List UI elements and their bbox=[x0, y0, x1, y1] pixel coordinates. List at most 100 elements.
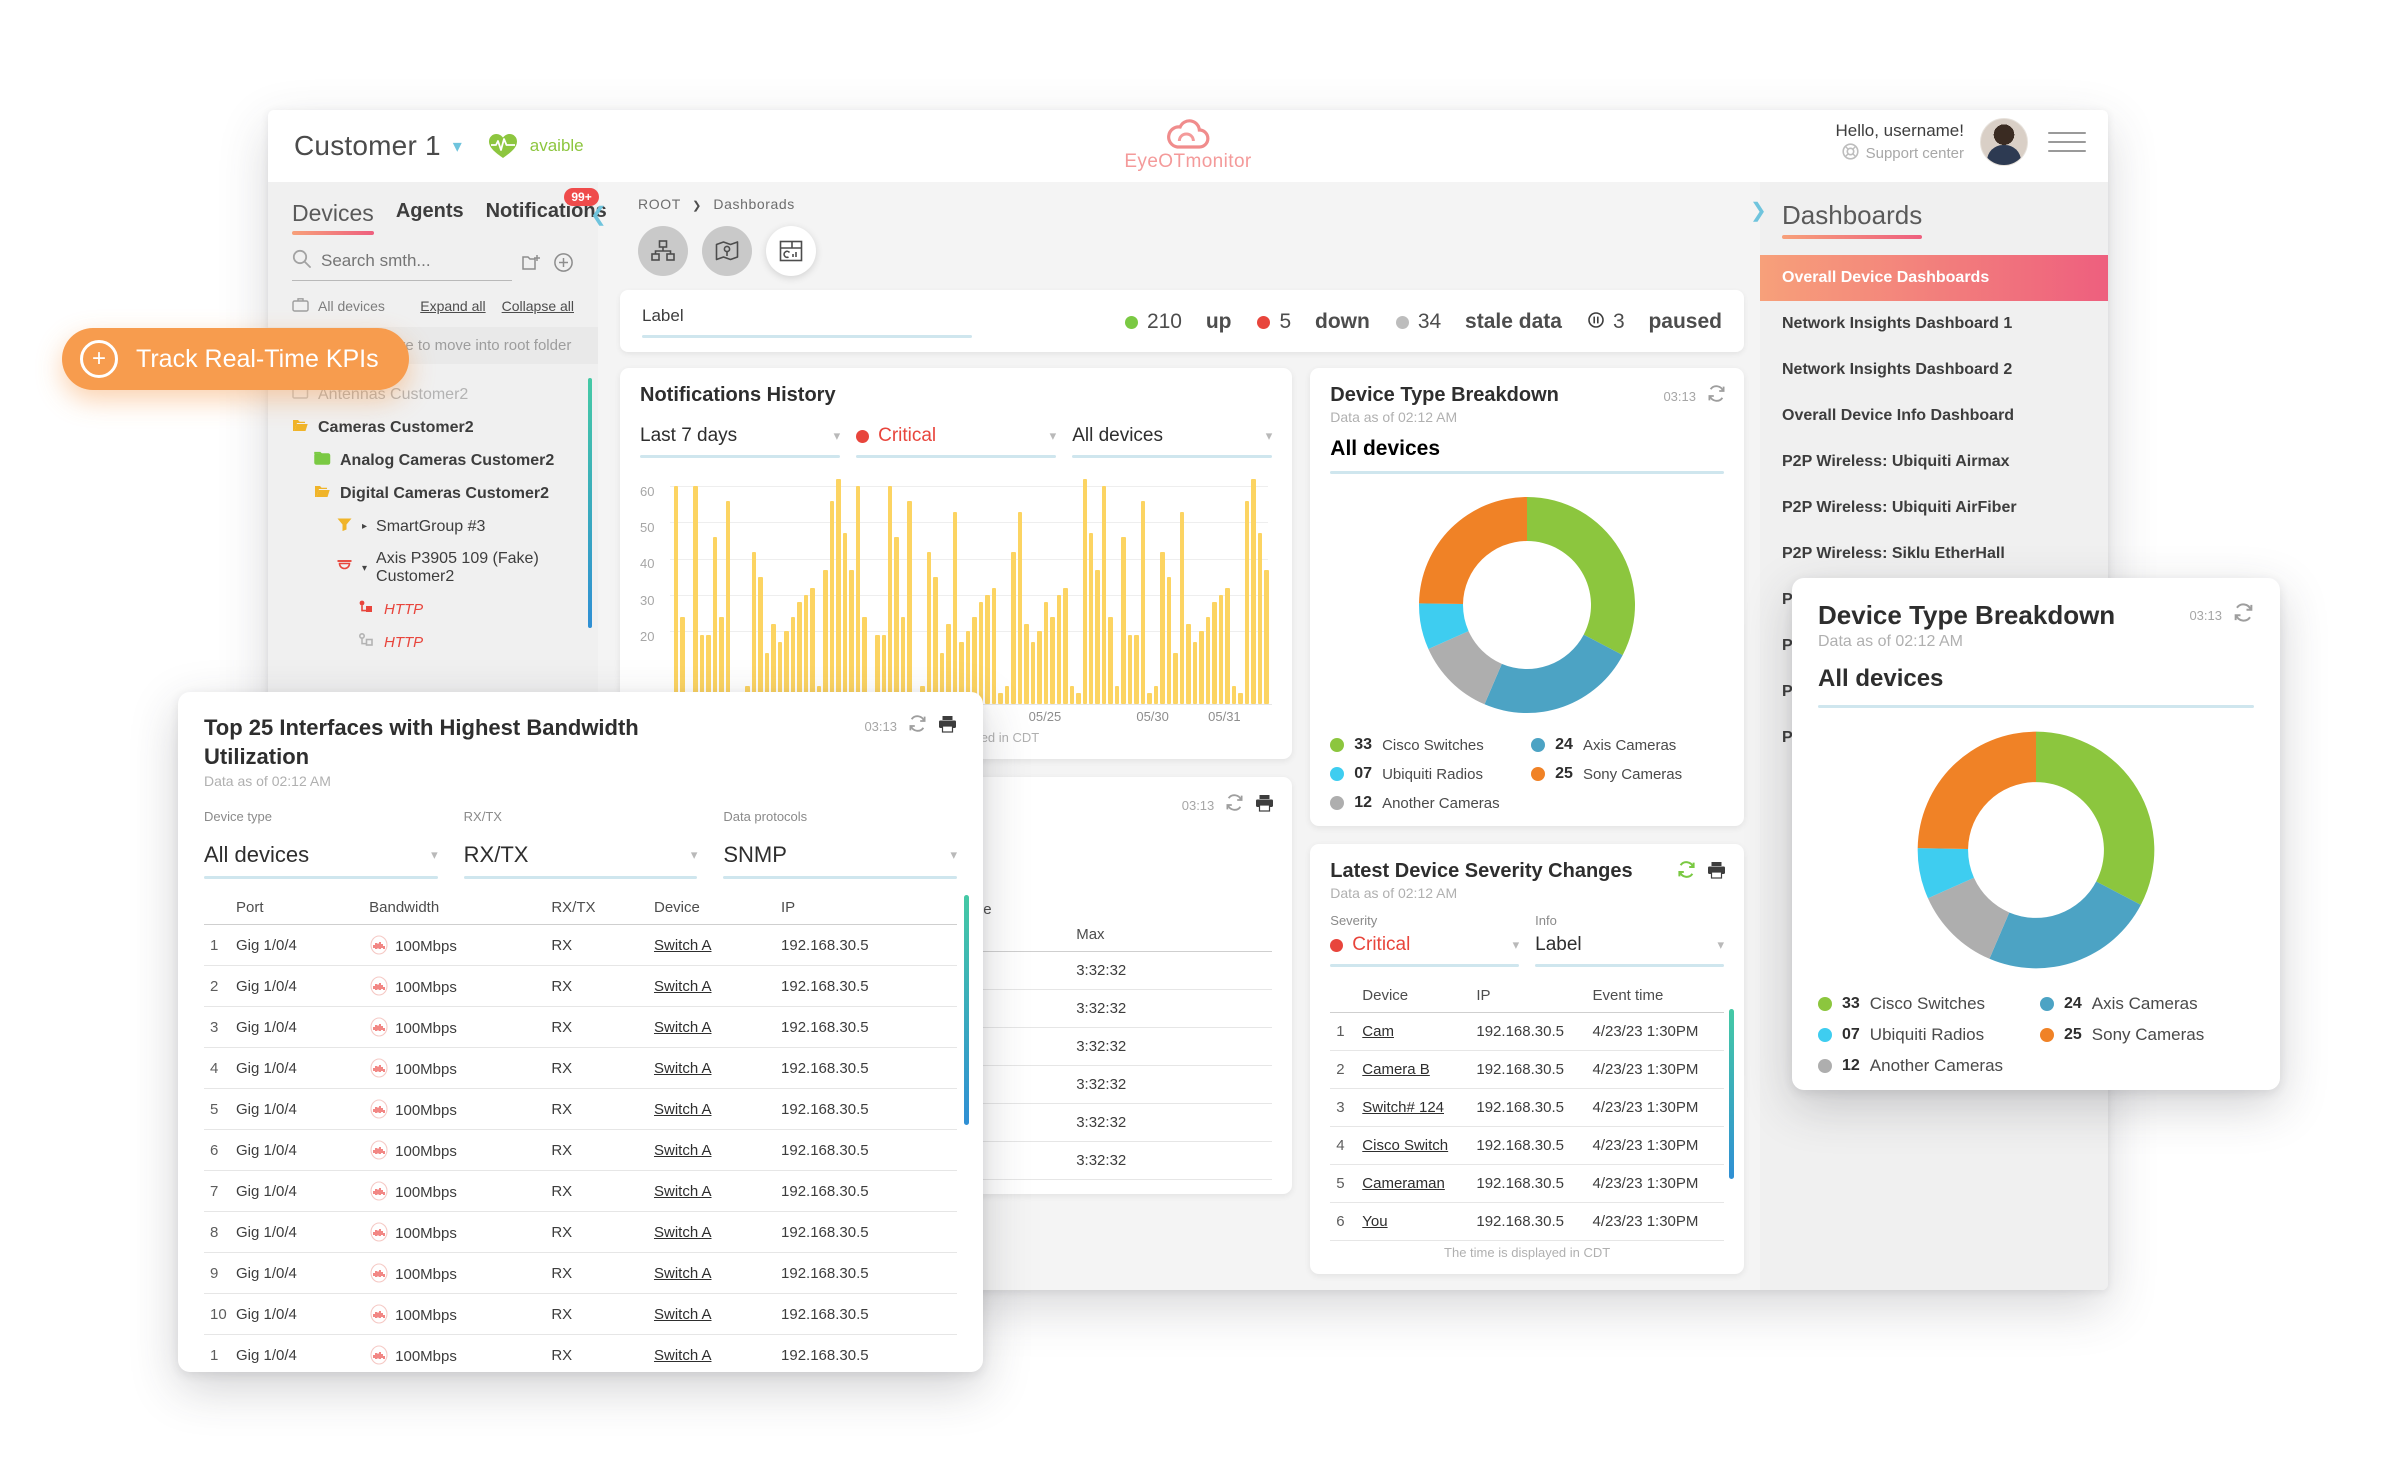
table-row[interactable]: 6 You 192.168.30.5 4/23/23 1:30PM bbox=[1330, 1202, 1724, 1241]
dashboard-list-item[interactable]: P2P Wireless: Ubiquiti AirFiber bbox=[1760, 485, 2108, 531]
all-devices-row[interactable]: All devices bbox=[292, 297, 385, 315]
device-link[interactable]: Switch A bbox=[654, 1265, 712, 1282]
table-column-header[interactable]: IP bbox=[1470, 979, 1587, 1013]
print-icon[interactable] bbox=[1255, 794, 1274, 817]
table-column-header[interactable] bbox=[1330, 979, 1357, 1013]
donut-segment[interactable] bbox=[1989, 881, 2141, 969]
table-row[interactable]: 5 Gig 1/0/4 100Mbps RX Switch A 192.168.30.5 bbox=[204, 1088, 957, 1131]
table-row[interactable]: 10 Gig 1/0/4 100Mbps RX Switch A 192.168.30.5 bbox=[204, 1293, 957, 1336]
new-folder-icon[interactable] bbox=[522, 253, 543, 277]
track-kpis-badge[interactable]: + Track Real-Time KPIs bbox=[62, 328, 409, 390]
donut-segment[interactable] bbox=[2036, 731, 2155, 905]
tree-node[interactable]: Analog Cameras Customer2 bbox=[268, 444, 598, 477]
filter-severity[interactable]: Critical ▾ bbox=[856, 419, 1057, 458]
tree-node[interactable]: ▸ SmartGroup #3 bbox=[268, 510, 598, 543]
collapse-left-icon[interactable]: ❮ bbox=[590, 202, 607, 227]
donut-segment[interactable] bbox=[1527, 497, 1636, 656]
tree-scrollbar[interactable] bbox=[588, 378, 592, 628]
filter-devices[interactable]: All devices ▾ bbox=[1072, 419, 1273, 458]
tab-notifications[interactable]: Notifications 99+ bbox=[486, 188, 607, 231]
tab-agents[interactable]: Agents bbox=[396, 200, 464, 231]
severity-scrollbar[interactable] bbox=[1729, 1009, 1734, 1179]
device-link[interactable]: Switch A bbox=[654, 978, 712, 995]
table-row[interactable]: 5 Cameraman 192.168.30.5 4/23/23 1:30PM bbox=[1330, 1164, 1724, 1203]
table-row[interactable]: 6 Gig 1/0/4 100Mbps RX Switch A 192.168.30.5 bbox=[204, 1129, 957, 1172]
hamburger-menu-icon[interactable] bbox=[2048, 132, 2086, 152]
device-link[interactable]: You bbox=[1362, 1213, 1387, 1230]
tree-node[interactable]: HTTP bbox=[268, 593, 598, 626]
search-input[interactable] bbox=[321, 251, 512, 271]
device-link[interactable]: Switch# 124 bbox=[1362, 1099, 1444, 1116]
table-row[interactable]: 4 Gig 1/0/4 100Mbps RX Switch A 192.168.30.5 bbox=[204, 1047, 957, 1090]
table-column-header[interactable]: Event time bbox=[1586, 979, 1724, 1013]
map-view-icon[interactable] bbox=[702, 226, 752, 276]
search-field[interactable] bbox=[292, 249, 512, 281]
customer-selector-label[interactable]: Customer 1 bbox=[294, 130, 441, 162]
print-icon[interactable] bbox=[938, 715, 957, 738]
table-column-header[interactable]: Device bbox=[647, 891, 776, 926]
tree-expand-arrow[interactable]: ▸ bbox=[362, 521, 367, 532]
device-link[interactable]: Switch A bbox=[654, 1183, 712, 1200]
refresh-icon[interactable] bbox=[1225, 793, 1244, 817]
dashboard-list-item[interactable]: Network Insights Dashboard 1 bbox=[1760, 301, 2108, 347]
dashboard-list-item[interactable]: P2P Wireless: Ubiquiti Airmax bbox=[1760, 439, 2108, 485]
severity-info-filter[interactable]: Info Label ▾ bbox=[1535, 913, 1724, 967]
dashboard-list-item[interactable]: Overall Device Dashboards bbox=[1760, 255, 2108, 301]
table-row[interactable]: 9 Gig 1/0/4 100Mbps RX Switch A 192.168.30.5 bbox=[204, 1252, 957, 1295]
tree-node[interactable]: HTTP bbox=[268, 626, 598, 659]
dashboard-view-icon[interactable] bbox=[766, 226, 816, 276]
table-row[interactable]: 8 Gig 1/0/4 100Mbps RX Switch A 192.168.30.5 bbox=[204, 1211, 957, 1254]
table-column-header[interactable]: Device bbox=[1356, 979, 1471, 1013]
refresh-icon[interactable] bbox=[2233, 602, 2254, 628]
donut-segment[interactable] bbox=[1484, 634, 1623, 713]
table-row[interactable]: 7 Gig 1/0/4 100Mbps RX Switch A 192.168.30.5 bbox=[204, 1170, 957, 1213]
topology-view-icon[interactable] bbox=[638, 226, 688, 276]
device-link[interactable]: Switch A bbox=[654, 1224, 712, 1241]
table-column-header[interactable]: Bandwidth bbox=[363, 891, 546, 926]
device-link[interactable]: Switch A bbox=[654, 1060, 712, 1077]
donut-segment[interactable] bbox=[1917, 731, 2036, 849]
table-column-header[interactable]: RX/TX bbox=[545, 891, 648, 926]
dashboard-list-item[interactable]: Overall Device Info Dashboard bbox=[1760, 393, 2108, 439]
refresh-icon[interactable] bbox=[908, 714, 927, 738]
top25-device-type-filter[interactable]: Device type All devices ▾ bbox=[204, 809, 438, 880]
filter-period[interactable]: Last 7 days ▾ bbox=[640, 419, 841, 458]
top25-scrollbar[interactable] bbox=[964, 895, 969, 1126]
table-column-header[interactable] bbox=[204, 891, 230, 926]
severity-filter[interactable]: Severity Critical ▾ bbox=[1330, 913, 1520, 967]
device-link[interactable]: Switch A bbox=[654, 1101, 712, 1118]
expand-all-link[interactable]: Expand all bbox=[420, 298, 485, 314]
tree-node[interactable]: Cameras Customer2 bbox=[268, 411, 598, 444]
table-column-header[interactable]: Max bbox=[1070, 918, 1273, 952]
tab-devices[interactable]: Devices bbox=[292, 200, 374, 235]
table-row[interactable]: 3 Switch# 124 192.168.30.5 4/23/23 1:30PM bbox=[1330, 1088, 1724, 1127]
device-link[interactable]: Switch A bbox=[654, 1019, 712, 1036]
table-row[interactable]: 3 Gig 1/0/4 100Mbps RX Switch A 192.168.30.5 bbox=[204, 1006, 957, 1049]
dashboard-list-item[interactable]: P2P Wireless: Siklu EtherHall bbox=[1760, 531, 2108, 577]
avatar[interactable] bbox=[1980, 118, 2028, 166]
table-column-header[interactable]: IP bbox=[775, 891, 957, 926]
donut-segment[interactable] bbox=[1419, 497, 1528, 605]
app-logo[interactable]: EyeOTmonitor bbox=[1124, 116, 1251, 173]
table-row[interactable]: 1 Gig 1/0/4 100Mbps RX Switch A 192.168.30.5 bbox=[204, 1334, 957, 1372]
table-row[interactable]: 1 Cam 192.168.30.5 4/23/23 1:30PM bbox=[1330, 1012, 1724, 1051]
chevron-down-icon[interactable]: ▾ bbox=[453, 137, 462, 155]
table-column-header[interactable]: Port bbox=[230, 891, 364, 926]
device-link[interactable]: Cameraman bbox=[1362, 1175, 1445, 1192]
top25-rxtx-filter[interactable]: RX/TX RX/TX ▾ bbox=[463, 809, 698, 880]
print-icon[interactable] bbox=[1707, 861, 1726, 884]
tree-node[interactable]: ▾ Axis P3905 109 (Fake) Customer2 bbox=[268, 543, 598, 593]
device-link[interactable]: Switch A bbox=[654, 1142, 712, 1159]
device-link[interactable]: Switch A bbox=[654, 937, 712, 954]
device-link[interactable]: Switch A bbox=[654, 1306, 712, 1323]
refresh-icon-green[interactable] bbox=[1677, 860, 1696, 884]
table-row[interactable]: 2 Gig 1/0/4 100Mbps RX Switch A 192.168.30.5 bbox=[204, 965, 957, 1008]
device-link[interactable]: Cam bbox=[1362, 1023, 1394, 1040]
collapse-all-link[interactable]: Collapse all bbox=[502, 298, 574, 314]
top25-protocol-filter[interactable]: Data protocols SNMP ▾ bbox=[723, 809, 958, 880]
add-device-icon[interactable] bbox=[553, 252, 574, 278]
table-row[interactable]: 4 Cisco Switch 192.168.30.5 4/23/23 1:30PM bbox=[1330, 1126, 1724, 1165]
tree-node[interactable]: Digital Cameras Customer2 bbox=[268, 477, 598, 510]
support-center-link[interactable]: Support center bbox=[1835, 143, 1964, 164]
breadcrumb-root[interactable]: ROOT bbox=[638, 196, 681, 212]
